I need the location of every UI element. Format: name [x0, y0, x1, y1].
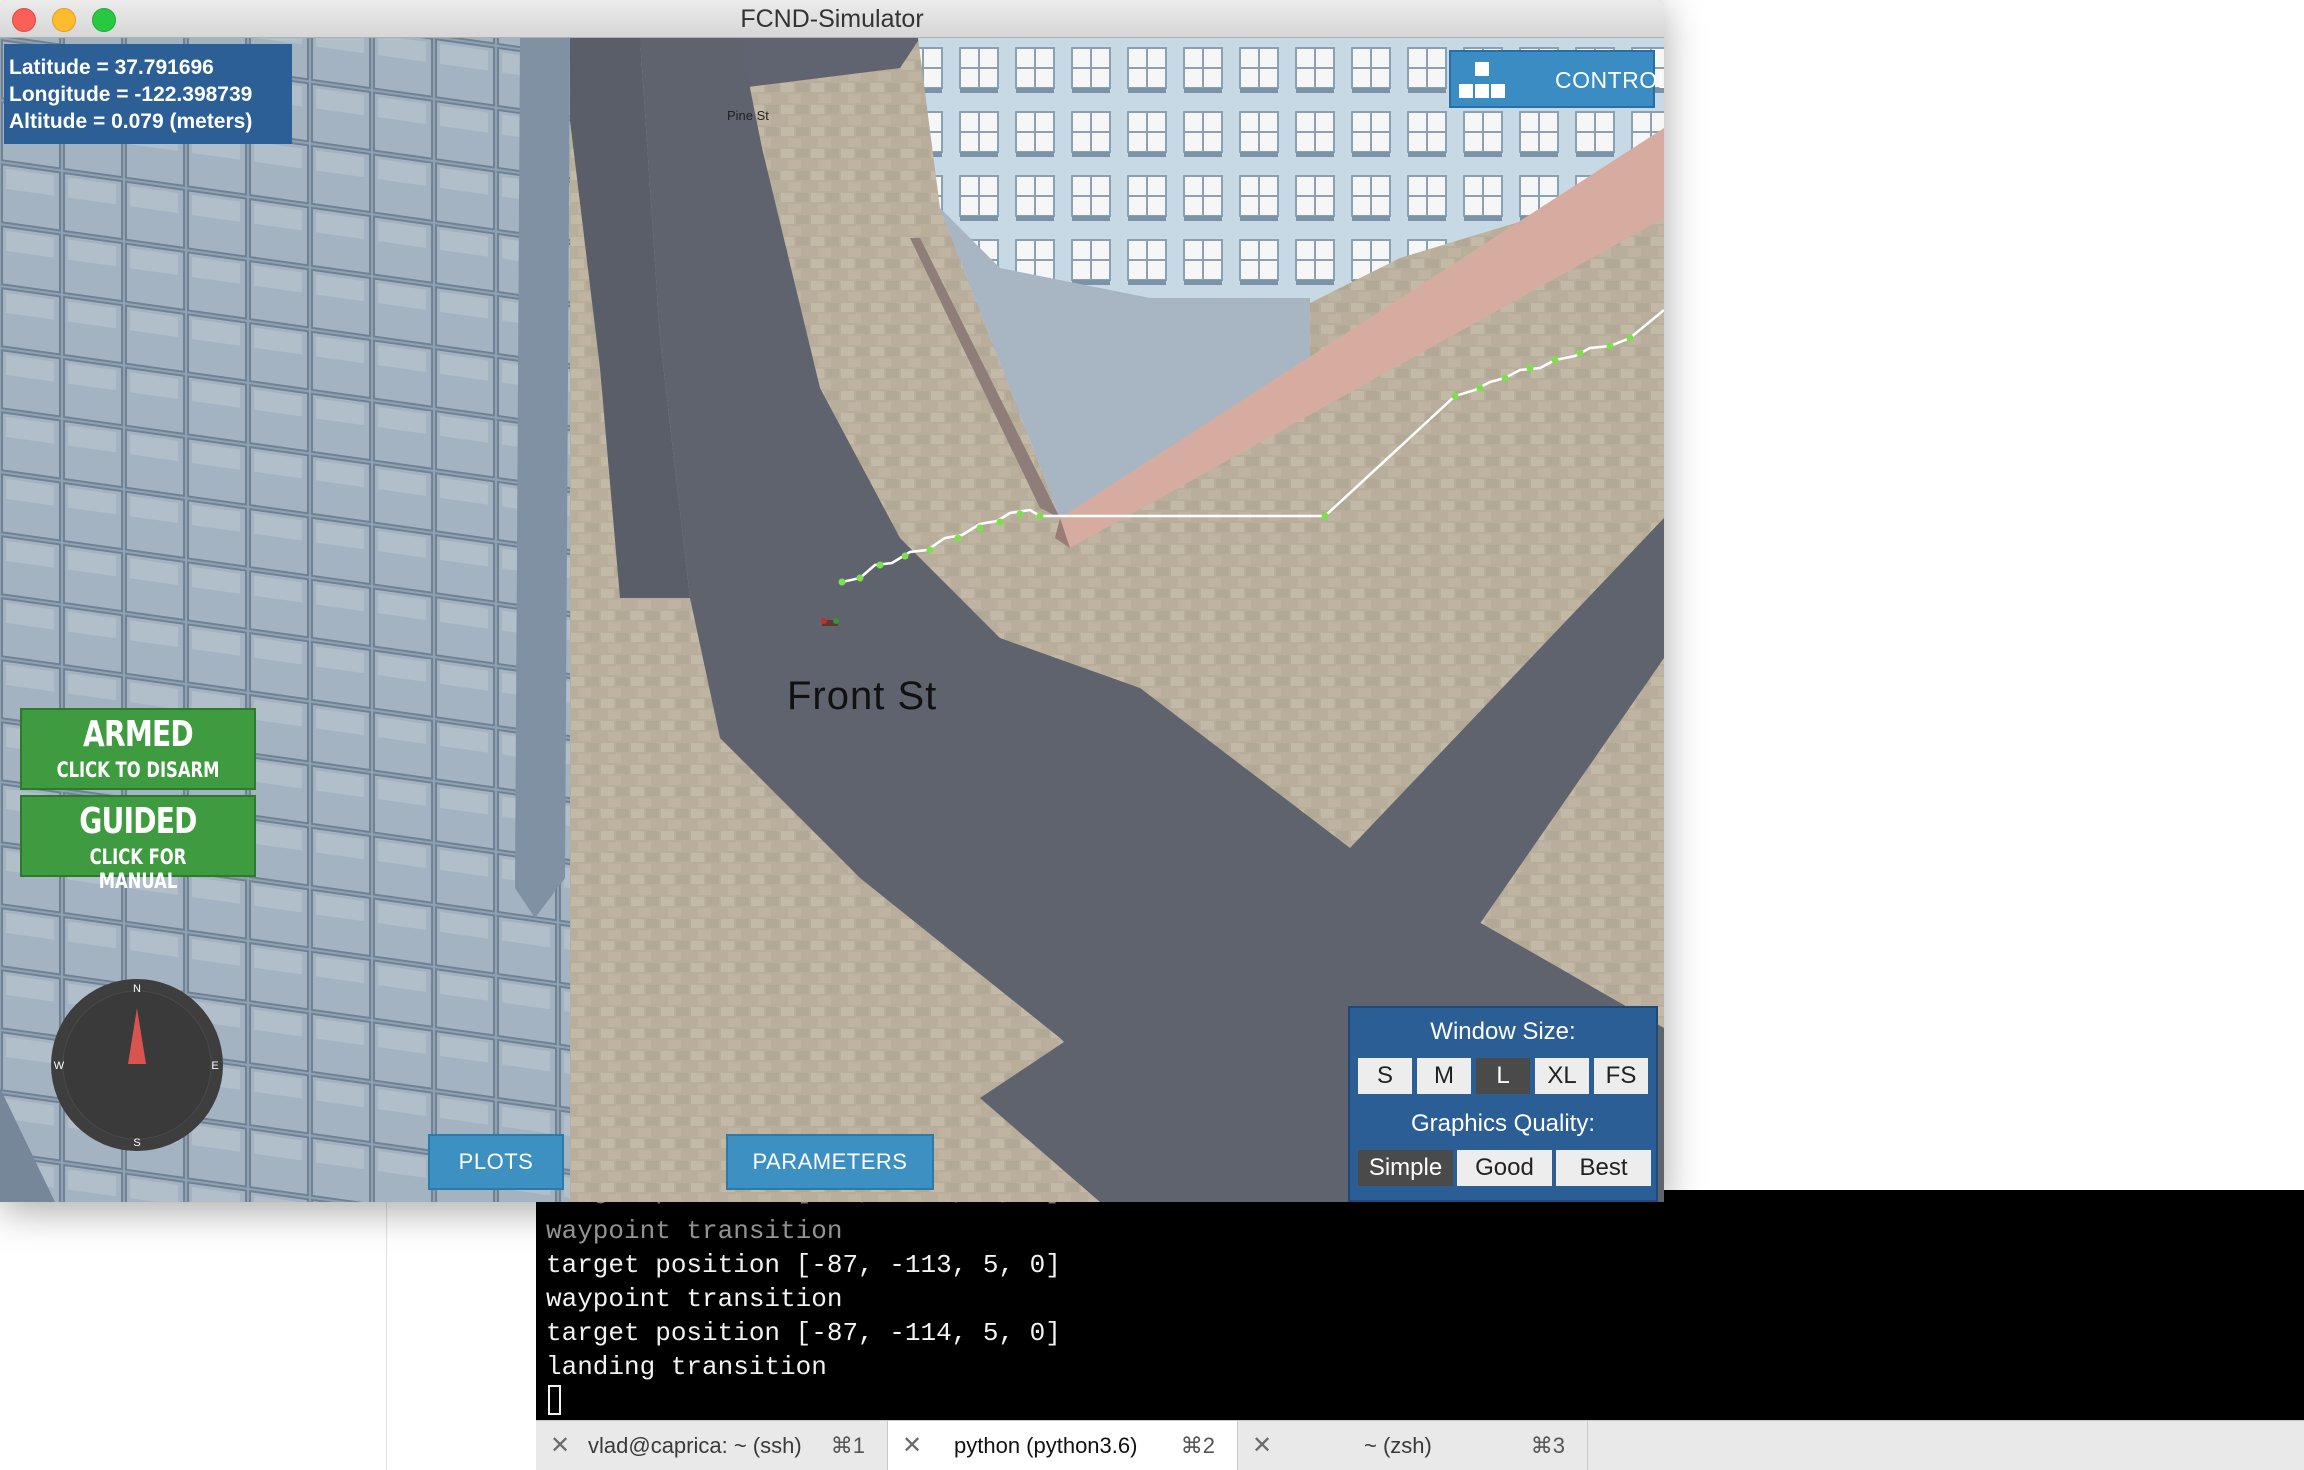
armed-subtitle: CLICK TO DISARM — [56, 758, 220, 782]
terminal-cursor — [548, 1385, 561, 1415]
window-size-xl-button[interactable]: XL — [1535, 1058, 1589, 1094]
quality-simple-button[interactable]: Simple — [1358, 1150, 1453, 1186]
terminal-tab-zsh[interactable]: ✕ ~ (zsh) ⌘3 — [1238, 1421, 1588, 1470]
terminal-tab-ssh[interactable]: ✕ vlad@caprica: ~ (ssh) ⌘1 — [536, 1421, 888, 1470]
terminal-tab-python[interactable]: ✕ python (python3.6) ⌘2 — [888, 1421, 1238, 1470]
tab-title: python (python3.6) — [954, 1433, 1138, 1458]
quality-good-button[interactable]: Good — [1457, 1150, 1552, 1186]
window-size-heading: Window Size: — [1430, 1018, 1576, 1045]
armed-toggle-button[interactable]: ARMED CLICK TO DISARM — [20, 708, 256, 790]
display-settings-panel: Window Size: S M L XL FS Graphics Qualit… — [1348, 1006, 1658, 1202]
window-titlebar[interactable]: FCND-Simulator — [0, 0, 1664, 38]
quality-best-button[interactable]: Best — [1556, 1150, 1651, 1186]
latitude-text: Latitude = 37.791696 — [9, 56, 214, 79]
terminal-tab-bar: ✕ vlad@caprica: ~ (ssh) ⌘1 ✕ python (pyt… — [536, 1420, 2304, 1470]
compass-n: N — [133, 983, 141, 995]
simulator-window: FCND-Simulator Pine St Front St Latitude… — [0, 0, 1664, 1202]
controls-label: CONTROLS — [1555, 67, 1664, 93]
window-size-s-button[interactable]: S — [1358, 1058, 1412, 1094]
compass-s: S — [133, 1137, 140, 1149]
window-size-l-button[interactable]: L — [1476, 1058, 1530, 1094]
terminal-line: target position [-87, -113, 5, 0] — [546, 1250, 1061, 1280]
grid-blocks-icon — [1459, 62, 1505, 98]
window-size-m-button[interactable]: M — [1417, 1058, 1471, 1094]
guided-title: GUIDED — [79, 801, 197, 842]
window-size-fs-button[interactable]: FS — [1594, 1058, 1648, 1094]
position-readout: Latitude = 37.791696 Longitude = -122.39… — [4, 44, 292, 144]
tab-title: vlad@caprica: ~ (ssh) — [588, 1433, 802, 1458]
parameters-button[interactable]: PARAMETERS — [726, 1134, 934, 1190]
window-title: FCND-Simulator — [740, 5, 924, 33]
terminal-output[interactable]: target position [-86, -112, 5, 0] waypoi… — [536, 1190, 2304, 1420]
tab-shortcut: ⌘2 — [1180, 1433, 1215, 1458]
controls-button[interactable]: CONTROLS — [1449, 50, 1664, 108]
graphics-quality-heading: Graphics Quality: — [1410, 1110, 1596, 1137]
plots-button[interactable]: PLOTS — [428, 1134, 564, 1190]
compass-e: E — [211, 1060, 218, 1072]
altitude-text: Altitude = 0.079 (meters) — [9, 110, 253, 133]
guided-toggle-button[interactable]: GUIDED CLICK FOR MANUAL — [20, 795, 256, 893]
tab-shortcut: ⌘1 — [830, 1433, 865, 1458]
terminal-line: waypoint transition — [546, 1284, 843, 1314]
armed-title: ARMED — [83, 714, 194, 755]
close-icon[interactable]: ✕ — [550, 1431, 570, 1460]
close-icon[interactable]: ✕ — [902, 1431, 922, 1460]
longitude-text: Longitude = -122.398739 — [9, 83, 253, 106]
terminal-line: target position [-87, -114, 5, 0] — [546, 1318, 1061, 1348]
tab-shortcut: ⌘3 — [1530, 1433, 1565, 1458]
guided-subtitle: CLICK FOR MANUAL — [89, 845, 187, 893]
close-icon[interactable]: ✕ — [1252, 1431, 1272, 1460]
street-label-front: Front St — [787, 674, 938, 718]
background-editor — [0, 1200, 536, 1470]
compass: N S E W — [51, 979, 223, 1151]
terminal-line: landing transition — [546, 1352, 827, 1382]
terminal-line: waypoint transition — [546, 1216, 843, 1246]
editor-gutter-divider — [386, 1200, 387, 1470]
street-label-pine: Pine St — [727, 108, 769, 123]
compass-w: W — [54, 1060, 65, 1072]
tab-title: ~ (zsh) — [1364, 1433, 1432, 1458]
